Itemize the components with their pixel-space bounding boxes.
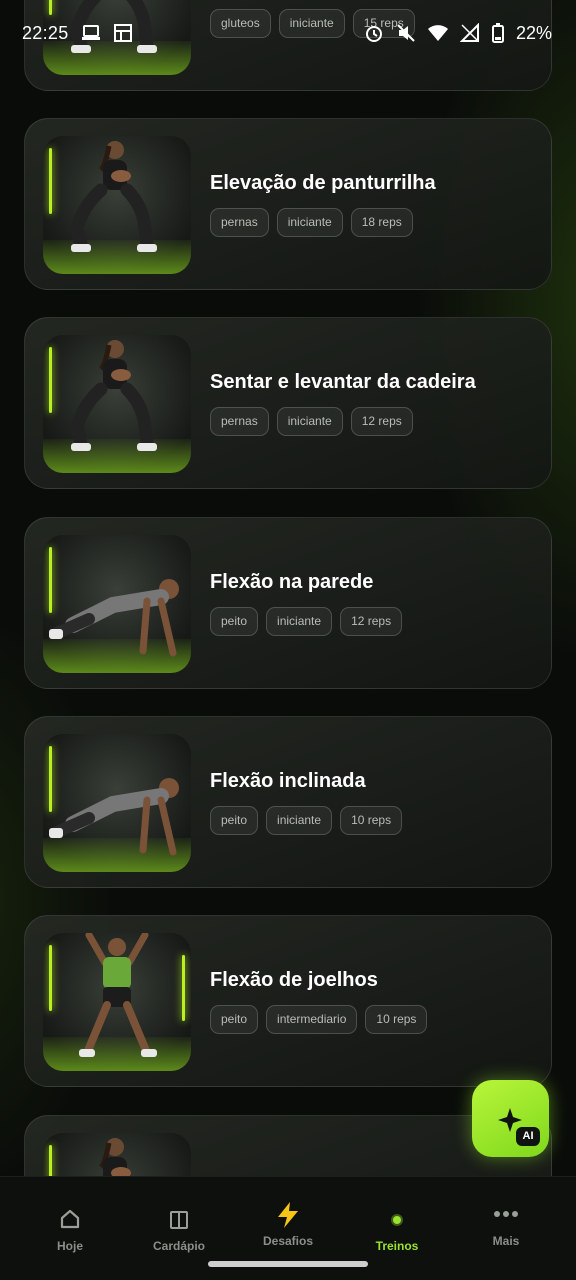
exercise-title: Flexão inclinada [210, 770, 366, 792]
exercise-tag: peito [210, 806, 259, 835]
exercise-card[interactable]: Flexão inclinada peito iniciante 10 reps [24, 716, 552, 888]
exercise-tags: gluteos iniciante 15 reps [210, 9, 415, 38]
exercise-image [43, 933, 191, 1071]
exercise-tags: peito intermediario 10 reps [210, 1005, 428, 1034]
exercise-card[interactable]: Flexão na parede peito iniciante 12 reps [24, 517, 552, 689]
book-icon [170, 1211, 188, 1229]
exercise-tags: peito iniciante 10 reps [210, 806, 403, 835]
ai-assistant-button[interactable]: AI [472, 1080, 549, 1157]
exercise-tag: pernas [210, 407, 269, 436]
exercise-image [43, 0, 191, 75]
nav-label-mais: Mais [492, 1234, 520, 1248]
exercise-title: Elevação de panturrilha [210, 172, 436, 194]
exercise-tag: intermediario [266, 1005, 358, 1034]
lightning-icon [278, 1202, 298, 1228]
exercise-card[interactable]: gluteos iniciante 15 reps [24, 0, 552, 91]
exercise-image [43, 335, 191, 473]
exercise-tag: iniciante [266, 806, 333, 835]
exercise-tag: iniciante [276, 208, 343, 237]
exercise-tags: pernas iniciante 18 reps [210, 208, 413, 237]
exercise-title: Sentar e levantar da cadeira [210, 371, 476, 393]
exercise-tag: iniciante [276, 407, 343, 436]
exercise-list: gluteos iniciante 15 reps Elevação de pantu… [0, 0, 576, 1176]
exercise-title: Flexão de joelhos [210, 969, 378, 991]
dot-icon [391, 1214, 403, 1226]
nav-label-hoje: Hoje [56, 1239, 83, 1253]
exercise-tags: pernas iniciante 12 reps [210, 407, 413, 436]
nav-label-treinos: Treinos [375, 1239, 419, 1253]
exercise-image [43, 1133, 191, 1176]
exercise-tag: 10 reps [340, 806, 403, 835]
exercise-card[interactable]: Flexão de joelhos peito intermediario 10 re… [24, 915, 552, 1087]
exercise-card[interactable]: Elevação de panturrilha pernas iniciante 18… [24, 118, 552, 290]
nav-item-hoje[interactable]: Hoje [25, 1177, 115, 1280]
home-icon [60, 1209, 80, 1229]
exercise-tag: iniciante [278, 9, 345, 38]
nav-item-mais[interactable]: Mais [461, 1177, 551, 1280]
exercise-tag: gluteos [210, 9, 271, 38]
exercise-tag: 15 reps [352, 9, 415, 38]
exercise-image [43, 136, 191, 274]
exercise-tag: peito [210, 1005, 259, 1034]
gesture-bar[interactable] [208, 1261, 368, 1267]
exercise-card[interactable]: Sentar e levantar da cadeira pernas inicia… [24, 317, 552, 489]
exercise-image [43, 535, 191, 673]
nav-label-cardapio: Cardápio [152, 1239, 205, 1253]
exercise-tags: peito iniciante 12 reps [210, 607, 403, 636]
exercise-tag: 12 reps [340, 607, 403, 636]
exercise-tag: iniciante [266, 607, 333, 636]
exercise-tag: peito [210, 607, 259, 636]
exercise-tag: pernas [210, 208, 269, 237]
exercise-tag: 10 reps [365, 1005, 428, 1034]
nav-label-desafios: Desafios [262, 1234, 314, 1248]
exercise-tag: 18 reps [350, 208, 413, 237]
ai-badge: AI [516, 1127, 540, 1146]
exercise-tag: 12 reps [350, 407, 413, 436]
exercise-title: Flexão na parede [210, 571, 374, 593]
more-icon [494, 1211, 518, 1217]
exercise-image [43, 734, 191, 872]
